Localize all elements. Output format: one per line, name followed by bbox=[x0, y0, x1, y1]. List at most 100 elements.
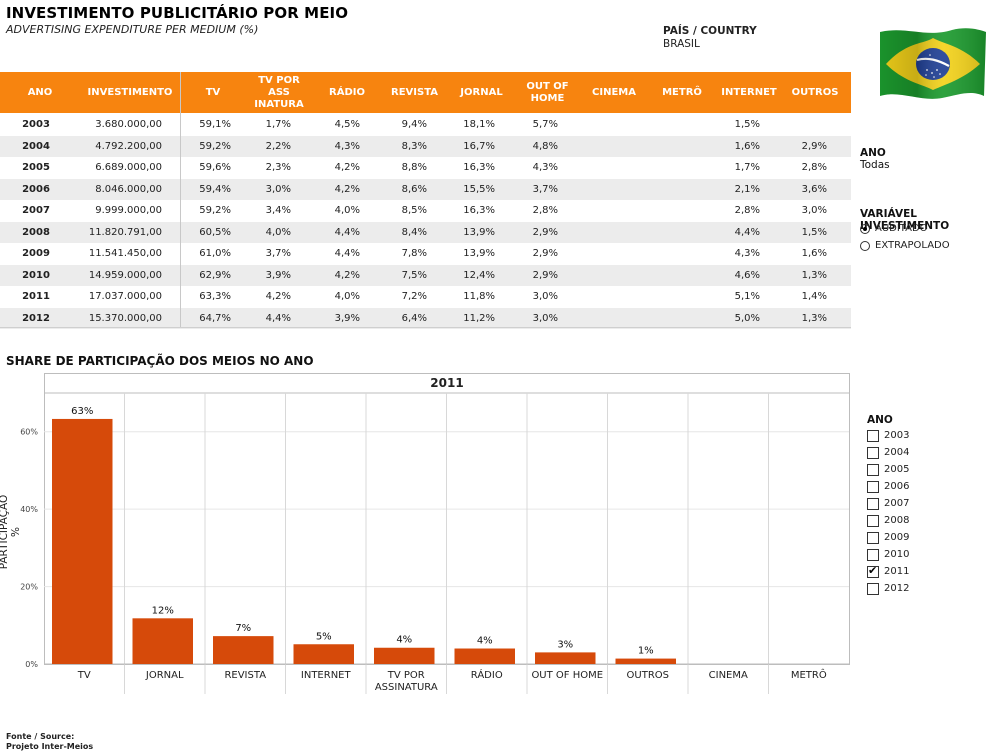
bar-jornal bbox=[132, 618, 193, 664]
radio-option-extrapolado[interactable]: EXTRAPOLADO bbox=[860, 237, 950, 254]
checkbox[interactable] bbox=[867, 582, 879, 595]
radio-option-auditado[interactable]: AUDITADO bbox=[860, 220, 950, 237]
radio-button-selected[interactable] bbox=[860, 223, 870, 234]
source-note: Fonte / Source: Projeto Inter-Meios bbox=[6, 732, 93, 752]
source-value: Projeto Inter-Meios bbox=[6, 742, 94, 751]
table-cell: 1,6% bbox=[734, 140, 760, 152]
checkbox[interactable] bbox=[867, 514, 879, 527]
checkbox[interactable] bbox=[867, 531, 879, 544]
table-cell: 3,0% bbox=[532, 312, 558, 324]
table-row[interactable]: 2005 6.689.000,00 59,6% 2,3% 4,2% 8,8% 16,3% 4,… bbox=[0, 157, 851, 179]
table-row[interactable]: 2003 3.680.000,00 59,1% 1,7% 4,5% 9,4% 18,1% 5,… bbox=[0, 114, 851, 136]
col-header-tv-assinatura[interactable]: TV POR ASS INATURA bbox=[245, 72, 313, 113]
legend-year-label: 2011 bbox=[884, 566, 910, 577]
legend-year-option[interactable]: 2007 bbox=[867, 495, 909, 512]
table-cell: 13,9% bbox=[463, 248, 495, 260]
checkbox[interactable] bbox=[867, 463, 879, 476]
table-cell: 62,9% bbox=[199, 269, 231, 281]
table-cell: 59,4% bbox=[199, 183, 231, 195]
table-cell bbox=[648, 136, 696, 158]
col-header-internet[interactable]: INTERNET bbox=[716, 72, 782, 113]
table-cell bbox=[648, 157, 696, 179]
x-tick-label: METRÔ bbox=[791, 668, 827, 681]
col-header-tv[interactable]: TV bbox=[181, 72, 245, 113]
table-row[interactable]: 2007 9.999.000,00 59,2% 3,4% 4,0% 8,5% 16,3% 2,… bbox=[0, 200, 851, 222]
legend-year-label: 2008 bbox=[884, 515, 910, 526]
page-subtitle: ADVERTISING EXPENDITURE PER MEDIUM (%) bbox=[6, 23, 259, 36]
table-row[interactable]: 2010 14.959.000,00 62,9% 3,9% 4,2% 7,5% 12,4% 2… bbox=[0, 264, 851, 286]
table-cell bbox=[648, 114, 696, 136]
legend-year-option[interactable]: 2005 bbox=[867, 461, 909, 478]
table-cell: 2,9% bbox=[532, 226, 558, 238]
table-cell-year: 2009 bbox=[22, 248, 50, 260]
table-cell: 5,1% bbox=[734, 291, 760, 303]
checkbox[interactable] bbox=[867, 429, 879, 442]
table-cell: 11,2% bbox=[463, 312, 495, 324]
legend-year-option[interactable]: 2006 bbox=[867, 478, 909, 495]
checkbox-checked[interactable] bbox=[867, 564, 879, 578]
bar-chart: 0% 20% 40% 60% 63% TV 12% JORNAL 7% REVISTA 5% INTE… bbox=[20, 392, 849, 694]
x-tick-label: REVISTA bbox=[224, 670, 266, 681]
table-cell: 3,0% bbox=[265, 183, 291, 195]
col-header-investimento[interactable]: INVESTIMENTO bbox=[80, 72, 180, 113]
table-row[interactable]: 2012 15.370.000,00 64,7% 4,4% 3,9% 6,4% 11,2% 3… bbox=[0, 307, 851, 330]
checkbox[interactable] bbox=[867, 497, 879, 510]
table-cell: 16,7% bbox=[463, 140, 495, 152]
country-label: PAÍS / COUNTRY bbox=[663, 25, 757, 37]
ano-filter-value[interactable]: Todas bbox=[860, 159, 890, 171]
bar-data-label: 1% bbox=[638, 646, 654, 657]
legend-year-option[interactable]: 2011 bbox=[867, 563, 909, 580]
table-cell bbox=[782, 114, 827, 136]
bar-data-label: 63% bbox=[71, 406, 93, 417]
y-tick-label: 60% bbox=[20, 428, 38, 437]
col-header-radio[interactable]: RÁDIO bbox=[313, 72, 381, 113]
table-cell: 17.037.000,00 bbox=[88, 291, 162, 303]
bar-data-label: 7% bbox=[235, 623, 251, 634]
col-header-metro[interactable]: METRÔ bbox=[648, 72, 716, 113]
table-row[interactable]: 2004 4.792.200,00 59,2% 2,2% 4,3% 8,3% 16,7% 4,… bbox=[0, 135, 851, 158]
bar-out-of-home bbox=[535, 652, 596, 664]
table-cell: 8,3% bbox=[401, 140, 427, 152]
col-header-revista[interactable]: REVISTA bbox=[381, 72, 448, 113]
legend-year-option[interactable]: 2012 bbox=[867, 580, 909, 597]
table-cell: 4,0% bbox=[334, 205, 360, 217]
checkbox[interactable] bbox=[867, 446, 879, 459]
table-row[interactable]: 2006 8.046.000,00 59,4% 3,0% 4,2% 8,6% 15,5% 3,… bbox=[0, 178, 851, 200]
table-row[interactable]: 2011 17.037.000,00 63,3% 4,2% 4,0% 7,2% 11,8% 3… bbox=[0, 286, 851, 308]
col-header-outros[interactable]: OUTROS bbox=[782, 72, 848, 113]
x-tick-label: JORNAL bbox=[145, 670, 184, 681]
table-cell bbox=[580, 243, 628, 265]
table-cell: 4,5% bbox=[334, 119, 360, 131]
x-tick-label: ASSINATURA bbox=[375, 682, 438, 693]
table-cell-year: 2011 bbox=[22, 291, 50, 303]
radio-label: AUDITADO bbox=[875, 223, 928, 234]
legend-year-option[interactable]: 2004 bbox=[867, 444, 909, 461]
table-cell: 4,8% bbox=[532, 140, 558, 152]
col-header-cinema[interactable]: CINEMA bbox=[580, 72, 648, 113]
x-tick-label: TV POR bbox=[387, 670, 425, 681]
table-cell: 6.689.000,00 bbox=[95, 162, 162, 174]
table-cell: 3.680.000,00 bbox=[95, 119, 162, 131]
checkbox[interactable] bbox=[867, 480, 879, 493]
table-cell: 59,6% bbox=[199, 162, 231, 174]
legend-year-option[interactable]: 2008 bbox=[867, 512, 909, 529]
bar-outros bbox=[615, 658, 676, 664]
table-cell: 11,8% bbox=[463, 291, 495, 303]
table-cell bbox=[648, 308, 696, 330]
legend-year-option[interactable]: 2003 bbox=[867, 427, 909, 444]
data-table-body: 2003 3.680.000,00 59,1% 1,7% 4,5% 9,4% 18,1% 5,… bbox=[0, 114, 851, 329]
legend-year-label: 2012 bbox=[884, 583, 910, 594]
bar-tv bbox=[52, 418, 113, 664]
legend-year-option[interactable]: 2009 bbox=[867, 529, 909, 546]
col-header-jornal[interactable]: JORNAL bbox=[448, 72, 515, 113]
radio-button[interactable] bbox=[860, 240, 870, 251]
table-cell: 3,6% bbox=[801, 183, 827, 195]
col-header-ano[interactable]: ANO bbox=[0, 72, 80, 113]
legend-year-option[interactable]: 2010 bbox=[867, 546, 909, 563]
table-cell bbox=[648, 200, 696, 222]
table-row[interactable]: 2008 11.820.791,00 60,5% 4,0% 4,4% 8,4% 13,9% 2… bbox=[0, 221, 851, 243]
table-cell: 4,4% bbox=[334, 226, 360, 238]
checkbox[interactable] bbox=[867, 548, 879, 561]
col-header-out-of-home[interactable]: OUT OF HOME bbox=[515, 72, 580, 113]
table-row[interactable]: 2009 11.541.450,00 61,0% 3,7% 4,4% 7,8% 13,9% 2… bbox=[0, 243, 851, 265]
